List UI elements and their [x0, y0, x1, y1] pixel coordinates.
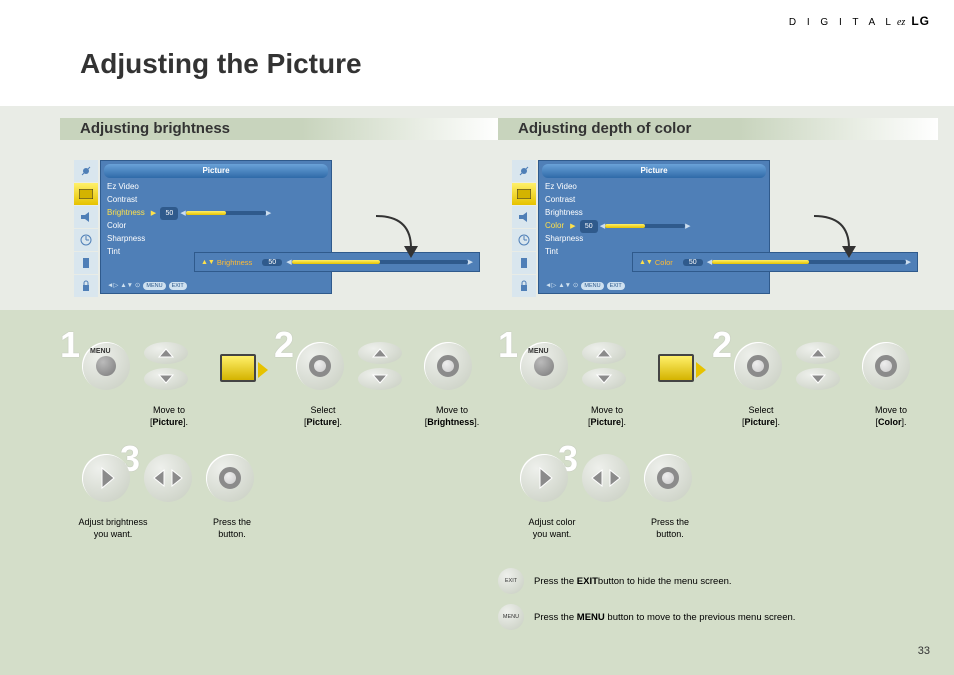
steps-left: 1 MENU Move to[Picture]. 2 Select[Pictur…	[48, 324, 488, 594]
right-icon	[609, 469, 621, 487]
section-heading-color: Adjusting depth of color	[498, 118, 938, 140]
osd-icon-column	[74, 160, 98, 298]
up-icon	[358, 342, 402, 364]
remote-ok-button	[734, 342, 782, 390]
step-text: Adjust color you want.	[512, 516, 592, 540]
footnote-exit: EXIT Press the EXITbutton to hide the me…	[498, 568, 732, 594]
osd-item-selected: Brightness▶ 50◀▶	[107, 206, 325, 219]
up-icon	[144, 342, 188, 364]
osd-screenshot-color: Picture Ez Video Contrast Brightness Col…	[512, 156, 912, 306]
page-number: 33	[918, 645, 930, 657]
down-icon	[358, 368, 402, 390]
osd-screenshot-brightness: Picture Ez Video Contrast Brightness▶ 50…	[74, 156, 474, 306]
osd-icon-column	[512, 160, 536, 298]
step-text: Move to[Picture].	[134, 404, 204, 428]
section-heading-brightness: Adjusting brightness	[60, 118, 500, 140]
up-icon	[796, 342, 840, 364]
remote-ok-button	[424, 342, 472, 390]
osd-item: Sharpness	[107, 232, 325, 245]
step-number-1: 1	[498, 324, 518, 366]
remote-ok-button	[644, 454, 692, 502]
up-icon	[582, 342, 626, 364]
osd-item-selected: Color▶ 50◀▶	[545, 219, 763, 232]
down-icon	[144, 368, 188, 390]
left-icon	[153, 469, 165, 487]
step-text: Select[Picture].	[288, 404, 358, 428]
footnote-menu: MENU Press the MENU button to move to th…	[498, 604, 795, 630]
osd-item: Ez Video	[545, 180, 763, 193]
osd-expand-bar: ▲▼Color 50◀ ▶	[632, 252, 918, 272]
column-left: Adjusting brightness Picture Ez Video Co…	[60, 0, 500, 172]
step-text: Press the button.	[192, 516, 272, 540]
steps-right: 1 MENU Move to[Picture]. 2 Select[Pictur…	[486, 324, 926, 594]
osd-title: Picture	[542, 164, 766, 178]
satellite-icon	[74, 160, 98, 182]
step-text: Select[Picture].	[726, 404, 796, 428]
picture-icon	[512, 183, 536, 205]
clock-icon	[74, 229, 98, 251]
step-number-2: 2	[712, 324, 732, 366]
remote-left-right	[582, 454, 630, 502]
osd-item: Sharpness	[545, 232, 763, 245]
remote-ok-button	[296, 342, 344, 390]
left-icon	[591, 469, 603, 487]
osd-item: Contrast	[545, 193, 763, 206]
right-icon	[171, 469, 183, 487]
lock-icon	[74, 275, 98, 297]
osd-item: Brightness	[545, 206, 763, 219]
remote-ok-button	[206, 454, 254, 502]
sound-icon	[512, 206, 536, 228]
remote-right-button	[520, 454, 568, 502]
remote-up-down	[796, 342, 844, 390]
clock-icon	[512, 229, 536, 251]
down-icon	[582, 368, 626, 390]
lock-icon	[512, 275, 536, 297]
setup-icon	[74, 252, 98, 274]
picture-thumbnail-icon	[658, 354, 694, 382]
picture-icon	[74, 183, 98, 205]
step-number-1: 1	[60, 324, 80, 366]
remote-menu-button: MENU	[82, 342, 130, 390]
menu-label: MENU	[90, 348, 111, 355]
exit-mini-button: EXIT	[498, 568, 524, 594]
step-text: Press the button.	[630, 516, 710, 540]
setup-icon	[512, 252, 536, 274]
step-text: Move to[Color].	[856, 404, 926, 428]
step-text: Move to[Brightness].	[410, 404, 494, 428]
osd-item: Ez Video	[107, 180, 325, 193]
remote-up-down	[144, 342, 192, 390]
down-icon	[796, 368, 840, 390]
osd-footer: ◄▷ ▲▼ ⊙MENUEXIT	[107, 281, 187, 290]
osd-footer: ◄▷ ▲▼ ⊙MENUEXIT	[545, 281, 625, 290]
step-number-2: 2	[274, 324, 294, 366]
remote-ok-button	[862, 342, 910, 390]
osd-panel: Picture Ez Video Contrast Brightness Col…	[538, 160, 770, 294]
osd-item: Color	[107, 219, 325, 232]
remote-up-down	[358, 342, 406, 390]
remote-up-down	[582, 342, 630, 390]
column-right: Adjusting depth of color Picture Ez Vide…	[498, 0, 938, 172]
step-text: Move to[Picture].	[572, 404, 642, 428]
osd-panel: Picture Ez Video Contrast Brightness▶ 50…	[100, 160, 332, 294]
remote-right-button	[82, 454, 130, 502]
remote-menu-button: MENU	[520, 342, 568, 390]
osd-expand-bar: ▲▼Brightness 50◀ ▶	[194, 252, 480, 272]
satellite-icon	[512, 160, 536, 182]
picture-thumbnail-icon	[220, 354, 256, 382]
osd-item: Contrast	[107, 193, 325, 206]
menu-label: MENU	[528, 348, 549, 355]
osd-title: Picture	[104, 164, 328, 178]
curved-arrow-icon	[804, 208, 864, 268]
curved-arrow-icon	[366, 208, 426, 268]
remote-left-right	[144, 454, 192, 502]
sound-icon	[74, 206, 98, 228]
step-text: Adjust brightness you want.	[68, 516, 158, 540]
menu-mini-button: MENU	[498, 604, 524, 630]
